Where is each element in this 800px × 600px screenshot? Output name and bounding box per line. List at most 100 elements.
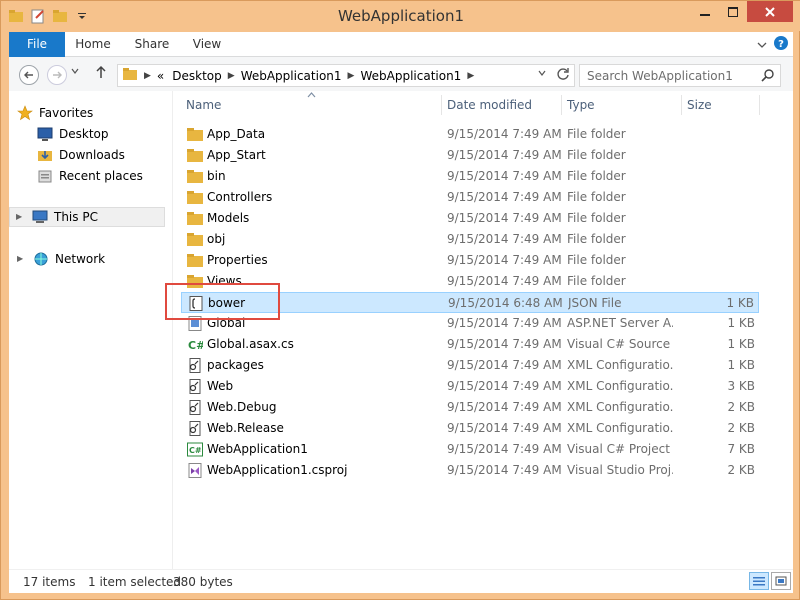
downloads-icon bbox=[37, 147, 53, 163]
item-count: 17 items bbox=[23, 575, 76, 589]
file-date: 9/15/2014 7:49 AM bbox=[447, 169, 562, 183]
svg-text:?: ? bbox=[778, 39, 784, 50]
tab-home[interactable]: Home bbox=[71, 32, 115, 57]
file-name: WebApplication1 bbox=[207, 442, 308, 456]
breadcrumb-separator-icon[interactable]: ▶ bbox=[467, 71, 474, 81]
file-type: File folder bbox=[567, 232, 626, 246]
search-icon[interactable] bbox=[761, 68, 775, 86]
file-date: 9/15/2014 7:49 AM bbox=[447, 211, 562, 225]
details-view-button[interactable] bbox=[749, 572, 769, 590]
file-row[interactable]: App_Start 9/15/2014 7:49 AM File folder bbox=[181, 145, 759, 166]
file-size: 2 KB bbox=[727, 421, 755, 435]
file-date: 9/15/2014 6:48 AM bbox=[448, 296, 563, 310]
breadcrumb-overflow[interactable]: « bbox=[157, 69, 164, 83]
nav-favorites[interactable]: Favorites bbox=[17, 103, 93, 123]
window-controls bbox=[691, 1, 793, 22]
file-row[interactable]: Web.Debug 9/15/2014 7:49 AM XML Configurat… bbox=[181, 397, 759, 418]
file-name: App_Start bbox=[207, 148, 266, 162]
svg-text:C#: C# bbox=[189, 446, 202, 455]
nav-network[interactable]: ▶ Network bbox=[17, 249, 105, 269]
maximize-button[interactable] bbox=[719, 1, 747, 22]
file-type: File folder bbox=[567, 169, 626, 183]
column-divider[interactable] bbox=[561, 95, 562, 115]
explorer-window: WebApplication1 File Home Share View ? ▶… bbox=[0, 0, 800, 600]
recent-locations-dropdown[interactable] bbox=[71, 67, 79, 77]
file-type: JSON File bbox=[568, 296, 622, 310]
nav-recent-places[interactable]: Recent places bbox=[37, 166, 143, 186]
file-name: App_Data bbox=[207, 127, 266, 141]
file-type: File folder bbox=[567, 274, 626, 288]
status-bar: 17 items 1 item selected 380 bytes bbox=[9, 569, 793, 593]
help-icon[interactable]: ? bbox=[773, 35, 789, 54]
file-row[interactable]: bin 9/15/2014 7:49 AM File folder bbox=[181, 166, 759, 187]
expand-arrow-icon[interactable]: ▶ bbox=[17, 249, 27, 269]
nav-this-pc[interactable]: ▶ This PC bbox=[9, 207, 165, 227]
file-date: 9/15/2014 7:49 AM bbox=[447, 463, 562, 477]
file-type: XML Configuratio... bbox=[567, 358, 673, 372]
up-button[interactable] bbox=[95, 65, 107, 83]
column-header-name[interactable]: Name bbox=[186, 98, 221, 112]
nav-downloads-label: Downloads bbox=[59, 148, 125, 162]
column-header-date[interactable]: Date modified bbox=[447, 98, 532, 112]
desktop-icon bbox=[37, 126, 53, 142]
column-divider[interactable] bbox=[681, 95, 682, 115]
file-name: Web.Release bbox=[207, 421, 284, 435]
file-size: 2 KB bbox=[727, 400, 755, 414]
breadcrumb-desktop[interactable]: Desktop bbox=[172, 69, 222, 83]
column-divider[interactable] bbox=[441, 95, 442, 115]
ribbon-tabs: File Home Share View ? bbox=[9, 32, 793, 57]
expand-arrow-icon[interactable]: ▶ bbox=[16, 207, 26, 227]
svg-text:C#: C# bbox=[188, 339, 203, 352]
file-date: 9/15/2014 7:49 AM bbox=[447, 358, 562, 372]
close-button[interactable] bbox=[747, 1, 793, 22]
file-name: Properties bbox=[207, 253, 268, 267]
breadcrumb-webapplication1[interactable]: WebApplication1 bbox=[241, 69, 342, 83]
back-button[interactable] bbox=[19, 65, 39, 85]
address-dropdown-icon[interactable] bbox=[538, 69, 546, 79]
xml-config-icon bbox=[187, 400, 203, 415]
minimize-button[interactable] bbox=[691, 1, 719, 22]
file-row[interactable]: packages 9/15/2014 7:49 AM XML Configurati… bbox=[181, 355, 759, 376]
file-row[interactable]: WebApplication1.csproj 9/15/2014 7:49 AM V… bbox=[181, 460, 759, 481]
tab-view[interactable]: View bbox=[187, 32, 227, 57]
search-input[interactable]: Search WebApplication1 bbox=[587, 69, 733, 83]
forward-button[interactable] bbox=[47, 65, 67, 85]
file-row[interactable]: C# Global.asax.cs 9/15/2014 7:49 AM Visual … bbox=[181, 334, 759, 355]
file-row[interactable]: obj 9/15/2014 7:49 AM File folder bbox=[181, 229, 759, 250]
file-row[interactable]: Controllers 9/15/2014 7:49 AM File folder bbox=[181, 187, 759, 208]
folder-icon bbox=[187, 232, 203, 247]
file-size: 3 KB bbox=[727, 379, 755, 393]
file-row[interactable]: Properties 9/15/2014 7:49 AM File folder bbox=[181, 250, 759, 271]
tab-file[interactable]: File bbox=[9, 32, 65, 57]
file-row[interactable]: App_Data 9/15/2014 7:49 AM File folder bbox=[181, 124, 759, 145]
file-date: 9/15/2014 7:49 AM bbox=[447, 148, 562, 162]
breadcrumb-webapplication1-inner[interactable]: WebApplication1 bbox=[360, 69, 461, 83]
column-header-size[interactable]: Size bbox=[687, 98, 712, 112]
folder-icon bbox=[187, 190, 203, 205]
file-row[interactable]: Web.Release 9/15/2014 7:49 AM XML Configur… bbox=[181, 418, 759, 439]
file-row[interactable]: Web 9/15/2014 7:49 AM XML Configuratio... 3… bbox=[181, 376, 759, 397]
column-divider[interactable] bbox=[759, 95, 760, 115]
folder-icon bbox=[187, 169, 203, 184]
file-row[interactable]: Models 9/15/2014 7:49 AM File folder bbox=[181, 208, 759, 229]
large-icons-view-button[interactable] bbox=[771, 572, 791, 590]
nav-desktop-label: Desktop bbox=[59, 127, 109, 141]
breadcrumb-separator-icon[interactable]: ▶ bbox=[144, 71, 151, 81]
tab-share[interactable]: Share bbox=[129, 32, 175, 57]
nav-desktop[interactable]: Desktop bbox=[37, 124, 109, 144]
navigation-bar: ▶ « Desktop ▶ WebApplication1 ▶ WebAppli… bbox=[9, 57, 793, 91]
vs-project-icon bbox=[187, 463, 203, 478]
search-box[interactable]: Search WebApplication1 bbox=[579, 64, 781, 87]
expand-ribbon-icon[interactable] bbox=[757, 38, 767, 52]
address-bar[interactable]: ▶ « Desktop ▶ WebApplication1 ▶ WebAppli… bbox=[117, 64, 575, 87]
nav-downloads[interactable]: Downloads bbox=[37, 145, 125, 165]
breadcrumb-separator-icon[interactable]: ▶ bbox=[228, 71, 235, 81]
computer-icon bbox=[32, 209, 48, 225]
xml-config-icon bbox=[187, 379, 203, 394]
column-header-type[interactable]: Type bbox=[567, 98, 595, 112]
file-date: 9/15/2014 7:49 AM bbox=[447, 400, 562, 414]
file-date: 9/15/2014 7:49 AM bbox=[447, 442, 562, 456]
breadcrumb-separator-icon[interactable]: ▶ bbox=[348, 71, 355, 81]
file-row[interactable]: C# WebApplication1 9/15/2014 7:49 AM Visual… bbox=[181, 439, 759, 460]
refresh-icon[interactable] bbox=[556, 67, 570, 85]
